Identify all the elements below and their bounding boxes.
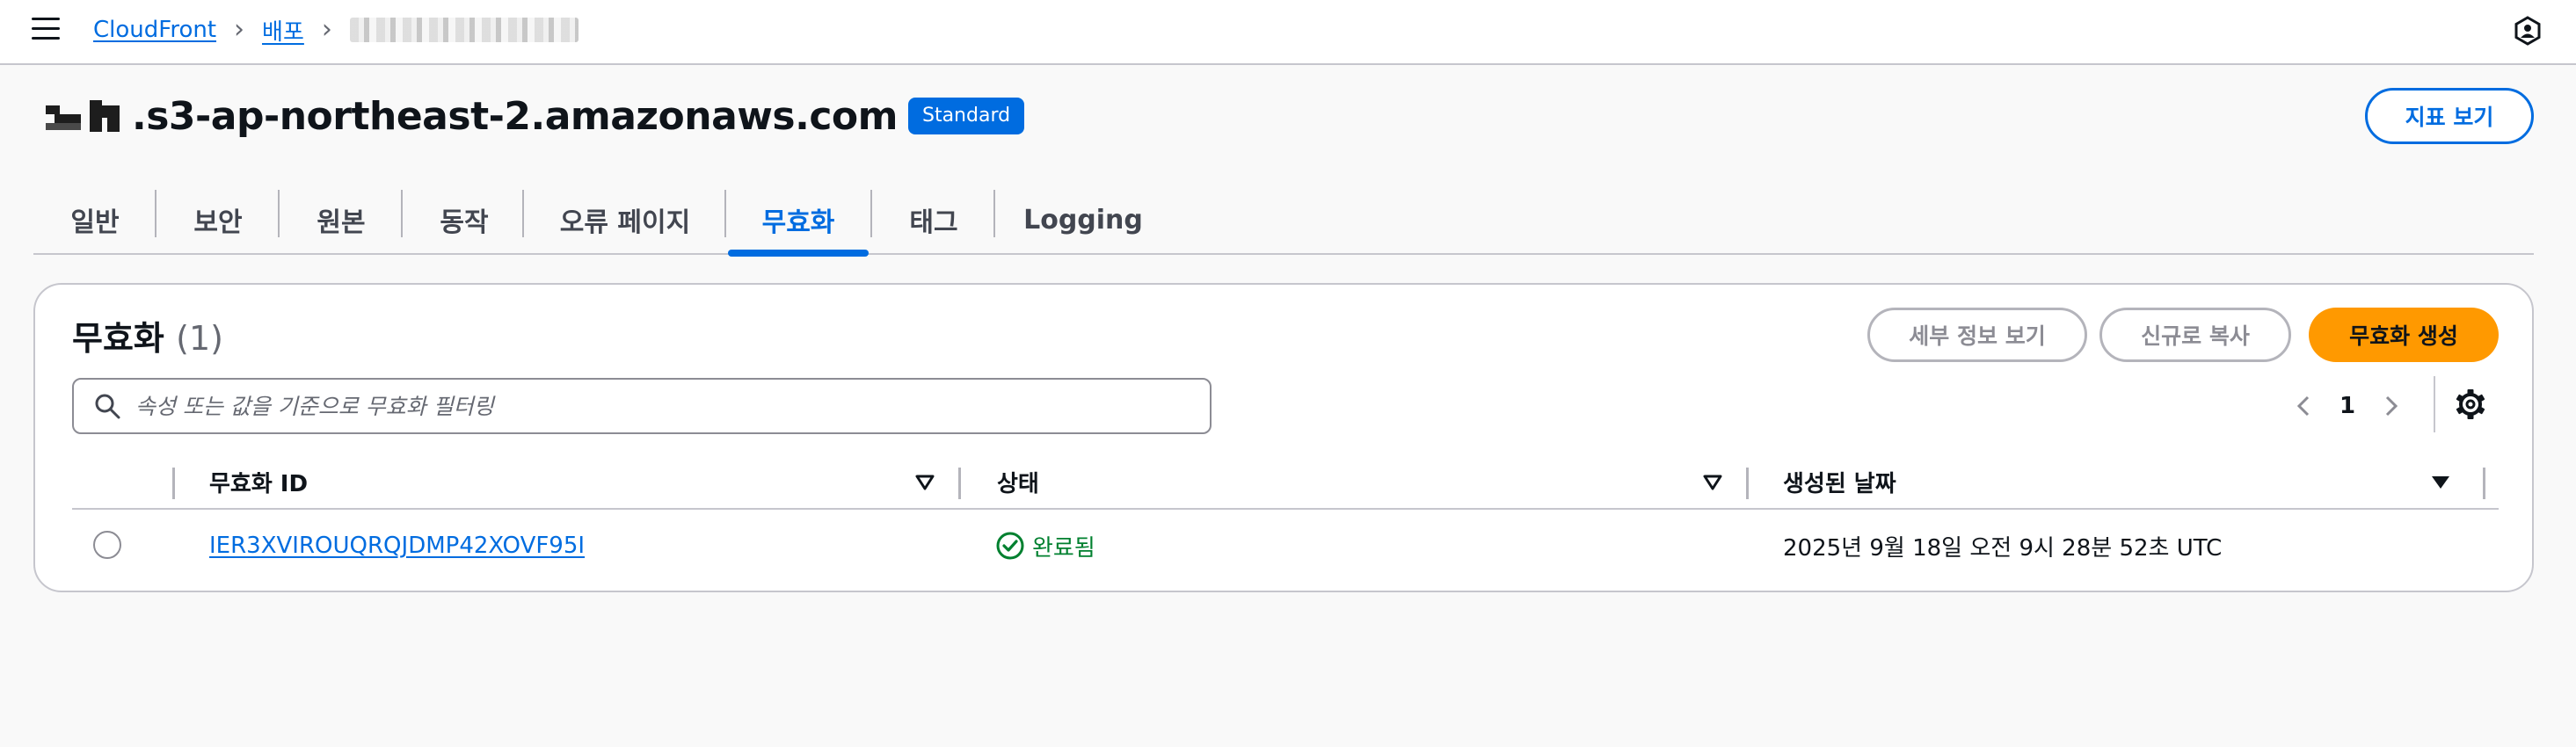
copy-to-new-button[interactable]: 신규로 복사 <box>2099 308 2291 362</box>
top-navigation-bar: CloudFront › 배포 › <box>0 0 2576 65</box>
column-divider <box>1746 468 1749 499</box>
section-title-text: 무효화 <box>72 319 164 358</box>
table-header: 무효화 ID 상태 생성된 날짜 <box>72 455 2499 510</box>
toolbar-divider <box>2434 376 2435 432</box>
tab-behaviors[interactable]: 동작 <box>403 186 526 253</box>
search-icon <box>95 394 120 419</box>
column-divider <box>958 468 961 499</box>
redacted-title-prefix <box>46 100 81 132</box>
status-cell: 완료됨 <box>995 510 1095 582</box>
pagination: 1 <box>2286 383 2409 429</box>
create-invalidation-button[interactable]: 무효화 생성 <box>2309 308 2499 362</box>
column-header-status[interactable]: 상태 <box>997 455 1039 508</box>
tab-origins[interactable]: 원본 <box>280 186 403 253</box>
tab-tags[interactable]: 태그 <box>872 186 995 253</box>
page-title: .s3-ap-northeast-2.amazonaws.com <box>132 93 898 139</box>
chevron-right-icon: › <box>321 14 332 45</box>
status-text: 완료됨 <box>1032 534 1095 562</box>
next-page-button[interactable] <box>2374 388 2409 424</box>
gear-icon[interactable] <box>2453 387 2488 422</box>
filter-search-input[interactable] <box>135 393 1190 419</box>
invalidations-container: 무효화 (1) 세부 정보 보기 신규로 복사 무효화 생성 1 <box>33 283 2534 592</box>
column-header-invalidation-id[interactable]: 무효화 ID <box>209 455 308 508</box>
table-row: IER3XVIROUQRQJDMP42XOVF95I 완료됨 2025년 9월 … <box>72 510 2499 582</box>
row-select-radio[interactable] <box>93 531 121 559</box>
view-details-button[interactable]: 세부 정보 보기 <box>1867 308 2087 362</box>
breadcrumb: CloudFront › 배포 › <box>93 12 579 47</box>
page-header: .s3-ap-northeast-2.amazonaws.com Standar… <box>46 91 1025 141</box>
tab-security[interactable]: 보안 <box>156 186 280 253</box>
breadcrumb-distributions-link[interactable]: 배포 <box>262 14 304 47</box>
invalidation-id-link[interactable]: IER3XVIROUQRQJDMP42XOVF95I <box>209 533 585 559</box>
column-divider <box>172 468 175 499</box>
breadcrumb-cloudfront-link[interactable]: CloudFront <box>93 17 216 43</box>
chevron-right-icon <box>2385 395 2398 417</box>
hamburger-menu-icon[interactable] <box>32 18 60 42</box>
check-circle-icon <box>996 532 1024 560</box>
tab-error-pages[interactable]: 오류 페이지 <box>524 186 726 253</box>
column-divider <box>2483 468 2485 499</box>
plan-badge: Standard <box>907 98 1025 134</box>
sort-descending-icon[interactable] <box>2430 473 2451 492</box>
tab-logging[interactable]: Logging <box>995 186 1171 253</box>
column-header-created-date[interactable]: 생성된 날짜 <box>1783 455 1896 508</box>
chevron-right-icon: › <box>234 14 245 45</box>
tab-general[interactable]: 일반 <box>33 186 156 253</box>
view-metrics-button[interactable]: 지표 보기 <box>2365 88 2534 144</box>
tab-divider <box>724 190 726 237</box>
tab-invalidations[interactable]: 무효화 <box>728 186 869 257</box>
chevron-left-icon <box>2296 395 2310 417</box>
filter-search-box[interactable] <box>72 378 1212 434</box>
created-date-cell: 2025년 9월 18일 오전 9시 28분 52초 UTC <box>1783 534 2223 562</box>
user-profile-icon[interactable] <box>2513 16 2543 46</box>
page-number[interactable]: 1 <box>2321 393 2374 419</box>
item-count: (1) <box>176 319 223 358</box>
redacted-title-prefix-2 <box>90 100 123 132</box>
tab-list: 일반 보안 원본 동작 오류 페이지 무효화 태그 Logging <box>33 186 2534 257</box>
sort-icon[interactable] <box>1702 473 1723 492</box>
breadcrumb-current-redacted <box>349 18 579 42</box>
section-title: 무효화 (1) <box>72 311 223 359</box>
previous-page-button[interactable] <box>2286 388 2321 424</box>
sort-icon[interactable] <box>914 473 935 492</box>
